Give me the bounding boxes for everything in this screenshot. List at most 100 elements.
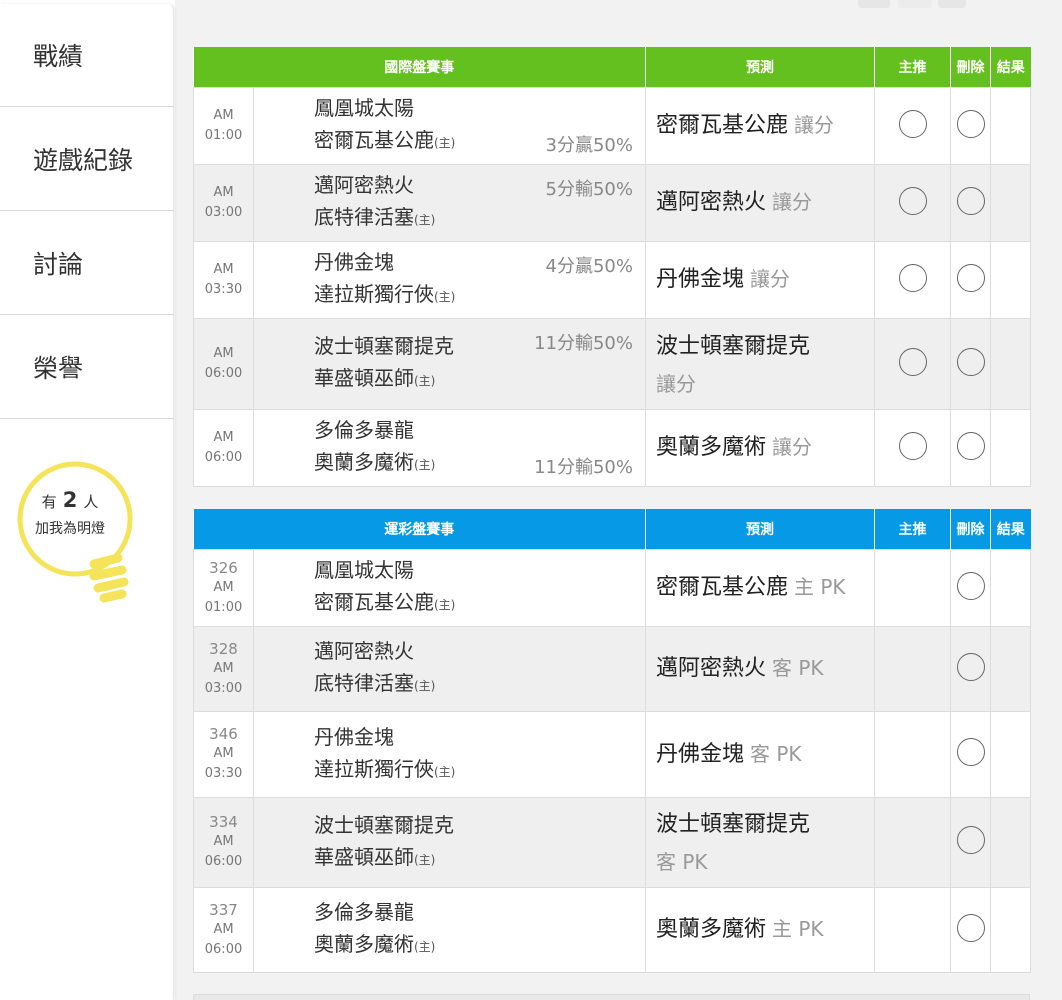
match-time-cell: AM 06:00 [193,317,254,410]
main-pick-radio[interactable] [898,109,927,138]
lottery-game-header: 運彩盤賽事 [193,509,646,549]
match-code: 334 [209,813,238,831]
prediction-cell: 密爾瓦基公鹿主 PK [645,548,875,627]
lottery-main-header: 主推 [874,509,951,549]
main-pick-radio[interactable] [898,431,927,460]
prediction-team: 波士頓塞爾提克 [656,812,811,837]
odds-text: 11分輸50% [534,456,633,478]
home-team: 達拉斯獨行俠 [314,756,434,781]
prediction-team: 奧蘭多魔術 [656,917,767,942]
table-row: AM 06:00 多倫多暴龍 奧蘭多魔術(主) 11分輸50% 奧蘭多魔術 讓分 [193,408,1031,487]
match-time: AM 01:00 [204,579,243,615]
match-teams-cell: 波士頓塞爾提克 華盛頓巫師(主) [253,796,646,888]
match-time-cell: AM 03:30 [193,240,254,319]
sidebar-item-label: 遊戲紀錄 [33,145,134,175]
match-time-cell: AM 03:00 [193,163,254,242]
match-teams-cell: 波士頓塞爾提克 華盛頓巫師(主) 11分輸50% [253,317,646,410]
sidebar-item-honor[interactable]: 榮譽 [0,315,174,419]
prediction-tag: 客 PK [750,741,802,766]
match-time: AM 06:00 [204,921,243,957]
home-marker: (主) [414,940,436,954]
match-code: 328 [209,639,238,658]
match-time: AM 03:00 [204,660,243,696]
lottery-table-section: 運彩盤賽事 預測 主推 刪除 結果 326 AM 01:00 鳳凰城太陽 密爾瓦基公鹿… [193,509,1031,973]
delete-radio[interactable] [956,431,985,460]
prediction-cell: 密爾瓦基公鹿 讓分 [645,86,875,165]
lottery-del-header: 刪除 [950,509,991,549]
prediction-tag: 讓分 [794,113,835,137]
fan-caption[interactable]: 加我為明燈 [0,518,140,538]
prediction-cell: 丹佛金塊 讓分 [645,240,875,319]
result-cell [990,625,1031,712]
prediction-tag: 讓分 [750,267,791,291]
match-time-cell: 346 AM 03:30 [193,710,254,798]
main-pick-radio[interactable] [898,186,927,215]
match-time-cell: 334 AM 06:00 [193,796,254,888]
home-team: 密爾瓦基公鹿 [314,590,434,614]
match-teams: 多倫多暴龍 奧蘭多魔術(主) [254,896,645,963]
result-cell [990,163,1031,242]
delete-radio[interactable] [956,738,985,766]
home-team-line: 華盛頓巫師(主) [314,362,645,397]
delete-radio[interactable] [956,571,985,600]
prediction-tag: 讓分 [772,435,813,459]
match-time-cell: AM 01:00 [193,86,254,165]
table-row: 346 AM 03:30 丹佛金塊 達拉斯獨行俠(主) 丹佛金塊客 PK [193,710,1031,798]
result-cell [990,317,1031,410]
top-tab[interactable] [858,0,890,8]
match-teams-cell: 多倫多暴龍 奧蘭多魔術(主) 11分輸50% [253,408,646,487]
home-marker: (主) [414,679,436,693]
home-marker: (主) [434,764,456,779]
prediction-tag: 主 PK [772,917,824,941]
match-code: 346 [209,725,238,743]
delete-cell [950,163,991,242]
table-row: 326 AM 01:00 鳳凰城太陽 密爾瓦基公鹿(主) 密爾瓦基公鹿主 PK [193,548,1031,627]
delete-cell [950,317,991,410]
match-teams-cell: 丹佛金塊 達拉斯獨行俠(主) 4分贏50% [253,240,646,319]
match-time: AM 06:00 [204,834,243,869]
delete-radio[interactable] [956,109,985,138]
match-time-cell: AM 06:00 [193,408,254,487]
delete-radio[interactable] [956,652,985,681]
match-time: AM 03:00 [204,184,243,220]
match-teams: 波士頓塞爾提克 華盛頓巫師(主) [254,809,645,876]
sidebar-item-label: 戰績 [33,42,84,71]
lottery-pred-header: 預測 [645,509,875,549]
sidebar-item-game-history[interactable]: 遊戲紀錄 [0,107,174,211]
main-pick-radio[interactable] [898,263,927,292]
delete-radio[interactable] [956,263,985,292]
result-cell [990,86,1031,165]
odds-text: 4分贏50% [545,255,633,277]
prediction-tag: 讓分 [772,190,813,214]
home-team-line: 底特律活塞(主) [314,201,645,236]
main-pick-cell [874,86,951,165]
main-pick-radio[interactable] [898,347,927,376]
delete-radio[interactable] [956,186,985,215]
lottery-table: 運彩盤賽事 預測 主推 刪除 結果 326 AM 01:00 鳳凰城太陽 密爾瓦基公鹿… [193,509,1031,973]
sidebar-item-discussion[interactable]: 討論 [0,211,174,315]
match-teams-cell: 丹佛金塊 達拉斯獨行俠(主) [253,710,646,798]
away-team: 鳳凰城太陽 [314,96,414,120]
top-tab[interactable] [938,0,966,8]
match-time: AM 06:00 [204,345,243,381]
table-row: 334 AM 06:00 波士頓塞爾提克 華盛頓巫師(主) 波士頓塞爾提克客 PK [193,796,1031,888]
home-team: 達拉斯獨行俠 [314,282,434,306]
match-time-cell: 328 AM 03:00 [193,625,254,712]
match-code: 337 [209,900,238,919]
home-marker: (主) [414,852,436,867]
home-marker: (主) [414,374,436,388]
away-team: 波士頓塞爾提克 [314,812,454,837]
top-tab[interactable] [898,0,932,8]
delete-radio[interactable] [956,913,985,942]
home-marker: (主) [414,458,436,472]
table-row: AM 01:00 鳳凰城太陽 密爾瓦基公鹿(主) 3分贏50% 密爾瓦基公鹿 讓分 [193,86,1031,165]
sidebar-item-record[interactable]: 戰績 [0,4,174,107]
prediction-tag: 客 PK [772,656,824,680]
home-marker: (主) [414,213,436,227]
away-team: 邁阿密熱火 [314,639,414,663]
fan-count-suffix: 人 [83,493,99,511]
match-teams-cell: 邁阿密熱火 底特律活塞(主) [253,625,646,712]
delete-radio[interactable] [956,347,985,376]
delete-radio[interactable] [956,826,985,854]
home-team: 奧蘭多魔術 [314,932,414,956]
